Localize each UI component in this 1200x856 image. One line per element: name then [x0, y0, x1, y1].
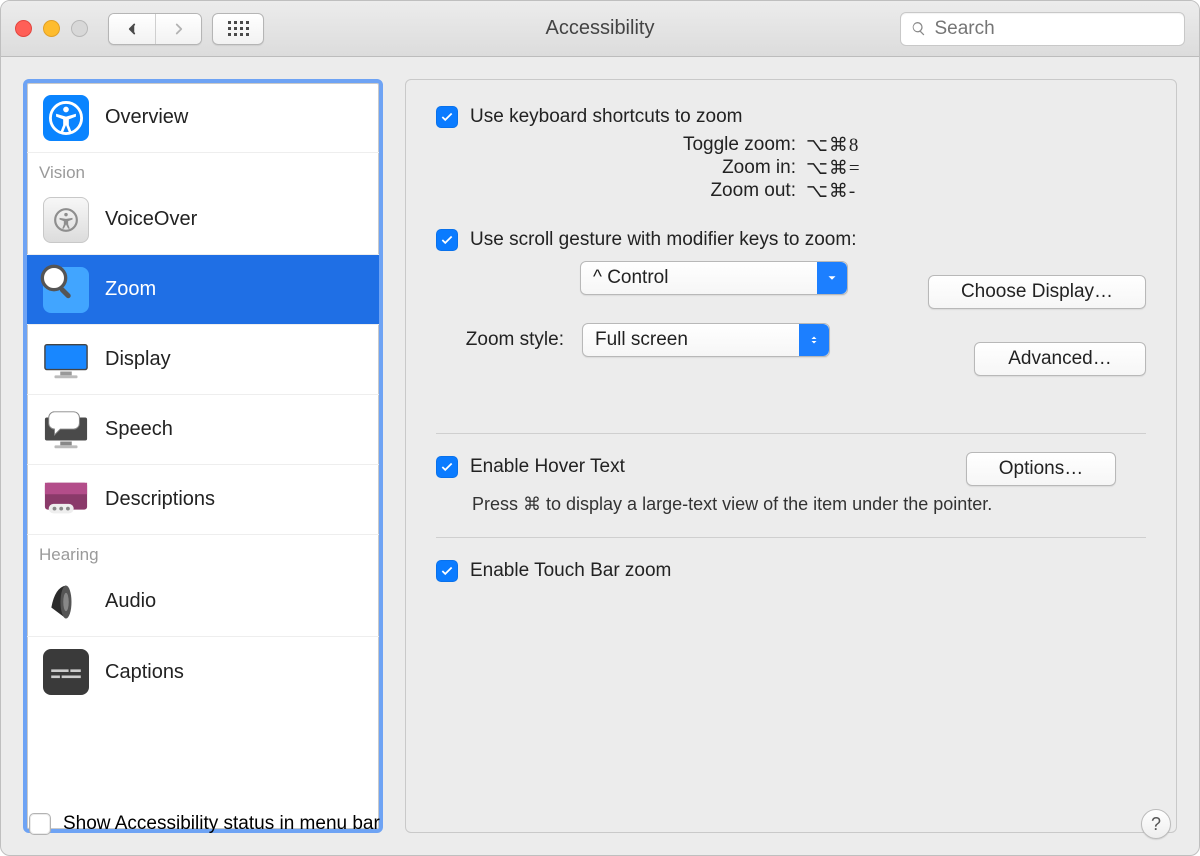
sidebar-item-label: VoiceOver [105, 208, 197, 231]
audio-icon [43, 579, 89, 625]
sidebar-item-zoom[interactable]: Zoom [27, 255, 379, 325]
zoom-settings-panel: Use keyboard shortcuts to zoom Toggle zo… [405, 79, 1177, 833]
hover-text-checkbox-row[interactable]: Enable Hover Text Options… [436, 456, 1146, 478]
scroll-gesture-checkbox[interactable] [436, 229, 458, 251]
shortcut-key: Zoom in: [436, 157, 806, 180]
forward-button[interactable] [155, 14, 201, 44]
sidebar-item-label: Overview [105, 106, 188, 129]
checkbox-label: Show Accessibility status in menu bar [63, 813, 380, 835]
sidebar-item-label: Descriptions [105, 488, 215, 511]
button-label: Choose Display… [961, 281, 1113, 303]
checkbox-label: Enable Hover Text [470, 456, 625, 478]
sidebar-item-descriptions[interactable]: Descriptions [27, 465, 379, 535]
scroll-gesture-checkbox-row[interactable]: Use scroll gesture with modifier keys to… [436, 229, 1146, 251]
sidebar-item-label: Zoom [105, 278, 156, 301]
titlebar: Accessibility [1, 1, 1199, 57]
checkbox-label: Use keyboard shortcuts to zoom [470, 106, 742, 128]
shortcut-value: ⌥⌘- [806, 180, 856, 203]
category-sidebar: Overview Vision VoiceOver Zoom [23, 79, 383, 833]
separator [436, 537, 1146, 538]
captions-icon [43, 649, 89, 695]
nav-segment [108, 13, 202, 45]
help-icon: ? [1151, 814, 1161, 835]
display-icon [43, 337, 89, 383]
preferences-window: Accessibility Overview Vision [0, 0, 1200, 856]
sidebar-item-speech[interactable]: Speech [27, 395, 379, 465]
touchbar-zoom-checkbox-row[interactable]: Enable Touch Bar zoom [436, 560, 1146, 582]
minimize-window-button[interactable] [43, 20, 60, 37]
checkbox-label: Use scroll gesture with modifier keys to… [470, 229, 856, 251]
zoom-icon [43, 267, 89, 313]
speech-icon [43, 407, 89, 453]
choose-display-button[interactable]: Choose Display… [928, 275, 1146, 309]
accessibility-icon [43, 95, 89, 141]
hover-text-checkbox[interactable] [436, 456, 458, 478]
sidebar-item-overview[interactable]: Overview [27, 83, 379, 153]
sidebar-section-hearing: Hearing [27, 535, 379, 567]
dropdown-value: Full screen [595, 329, 688, 351]
sidebar-item-captions[interactable]: Captions [27, 637, 379, 707]
footer: Show Accessibility status in menu bar ? [29, 809, 1171, 839]
dropdown-value: ^ Control [593, 267, 668, 289]
button-label: Options… [999, 458, 1083, 480]
content-area: Overview Vision VoiceOver Zoom [1, 57, 1199, 855]
grid-icon [228, 21, 249, 36]
separator [436, 433, 1146, 434]
section-label: Hearing [39, 545, 99, 565]
touchbar-zoom-checkbox[interactable] [436, 560, 458, 582]
sidebar-item-label: Display [105, 348, 171, 371]
menubar-status-checkbox[interactable] [29, 813, 51, 835]
keyboard-shortcuts-checkbox-row[interactable]: Use keyboard shortcuts to zoom [436, 106, 1146, 128]
checkmark-icon [440, 564, 454, 578]
shortcut-value: ⌥⌘= [806, 157, 861, 180]
help-button[interactable]: ? [1141, 809, 1171, 839]
search-icon [911, 20, 926, 37]
hover-text-hint: Press ⌘ to display a large-text view of … [472, 494, 1146, 515]
voiceover-icon [43, 197, 89, 243]
search-field[interactable] [900, 12, 1185, 46]
chevron-down-icon [817, 262, 847, 294]
field-label: Zoom style: [436, 329, 564, 351]
shortcut-value: ⌥⌘8 [806, 134, 859, 157]
back-button[interactable] [109, 14, 155, 44]
show-all-button[interactable] [212, 13, 264, 45]
sidebar-item-label: Audio [105, 590, 156, 613]
window-controls [15, 20, 88, 37]
sidebar-item-label: Captions [105, 661, 184, 684]
checkbox-label: Enable Touch Bar zoom [470, 560, 671, 582]
shortcut-key: Zoom out: [436, 180, 806, 203]
shortcut-list: Toggle zoom:⌥⌘8 Zoom in:⌥⌘= Zoom out:⌥⌘- [436, 134, 1146, 203]
zoom-window-button [71, 20, 88, 37]
button-label: Advanced… [1008, 348, 1112, 370]
section-label: Vision [39, 163, 85, 183]
close-window-button[interactable] [15, 20, 32, 37]
checkmark-icon [440, 110, 454, 124]
modifier-key-dropdown[interactable]: ^ Control [580, 261, 848, 295]
sidebar-item-voiceover[interactable]: VoiceOver [27, 185, 379, 255]
zoom-style-dropdown[interactable]: Full screen [582, 323, 830, 357]
search-input[interactable] [934, 18, 1174, 40]
sidebar-section-vision: Vision [27, 153, 379, 185]
sidebar-item-display[interactable]: Display [27, 325, 379, 395]
hover-text-options-button[interactable]: Options… [966, 452, 1116, 486]
shortcut-key: Toggle zoom: [436, 134, 806, 157]
keyboard-shortcuts-checkbox[interactable] [436, 106, 458, 128]
sidebar-item-label: Speech [105, 418, 173, 441]
descriptions-icon [43, 477, 89, 523]
checkmark-icon [440, 233, 454, 247]
menubar-status-checkbox-row[interactable]: Show Accessibility status in menu bar [29, 813, 380, 835]
advanced-button[interactable]: Advanced… [974, 342, 1146, 376]
stepper-icon [799, 324, 829, 356]
sidebar-item-audio[interactable]: Audio [27, 567, 379, 637]
checkmark-icon [440, 460, 454, 474]
